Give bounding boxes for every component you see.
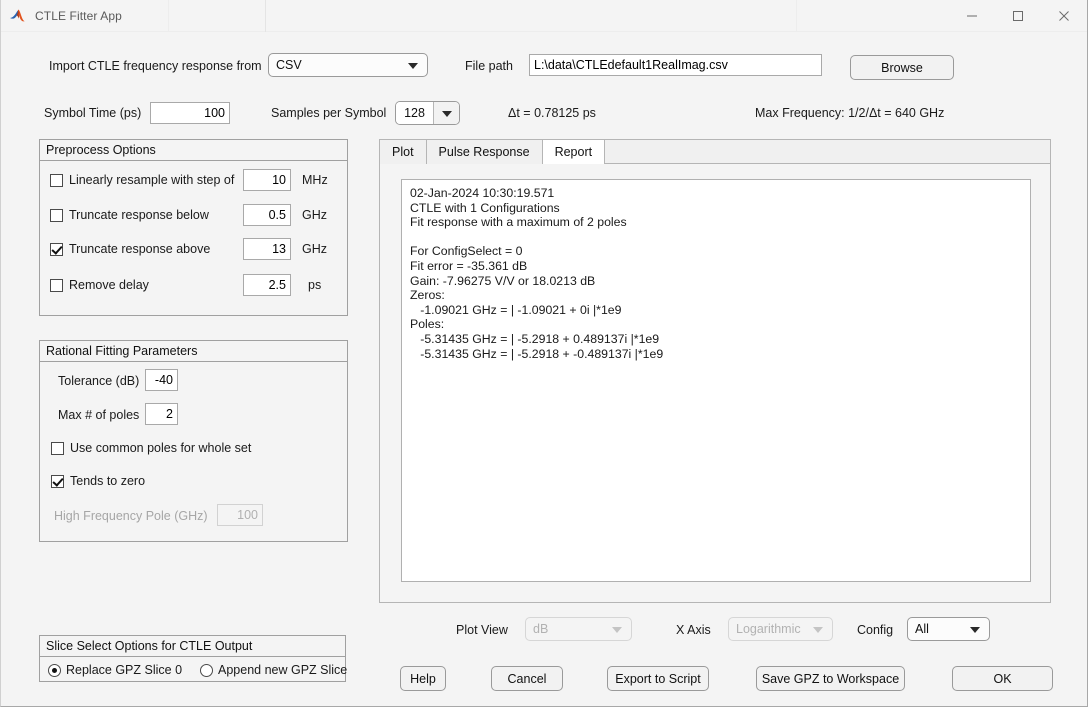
maximize-button[interactable] (995, 0, 1041, 32)
export-to-script-button[interactable]: Export to Script (607, 666, 709, 691)
preprocess-options-panel: Preprocess Options Linearly resample wit… (39, 139, 348, 316)
window-title: CTLE Fitter App (35, 9, 122, 23)
x-axis-label: X Axis (676, 623, 711, 637)
help-button[interactable]: Help (400, 666, 446, 691)
checkbox-icon (50, 174, 63, 187)
high-frequency-pole-label: High Frequency Pole (GHz) (54, 509, 208, 523)
symbol-time-input[interactable]: 100 (150, 102, 230, 124)
tab-label: Report (555, 145, 593, 159)
ok-button[interactable]: OK (952, 666, 1053, 691)
slice-select-panel: Slice Select Options for CTLE Output Rep… (39, 635, 346, 682)
minimize-button[interactable] (949, 0, 995, 32)
save-gpz-to-workspace-button[interactable]: Save GPZ to Workspace (756, 666, 905, 691)
chevron-down-icon (970, 627, 980, 633)
checkbox-icon (50, 209, 63, 222)
remove-delay-unit: ps (308, 278, 321, 292)
samples-per-symbol-combo[interactable]: 128 (395, 101, 460, 125)
tab-plot[interactable]: Plot (379, 139, 427, 164)
title-bar: CTLE Fitter App (1, 0, 1087, 32)
chevron-down-icon (408, 63, 418, 69)
slice-select-title: Slice Select Options for CTLE Output (40, 636, 345, 657)
checkbox-label: Remove delay (69, 278, 149, 292)
checkbox-linear-resample[interactable]: Linearly resample with step of (50, 173, 234, 187)
plot-view-label: Plot View (456, 623, 508, 637)
config-dropdown[interactable]: All (907, 617, 990, 641)
radio-append-gpz-slice[interactable]: Append new GPZ Slice (200, 663, 347, 677)
truncate-above-input[interactable]: 13 (243, 238, 291, 260)
checkbox-truncate-above[interactable]: Truncate response above (50, 242, 210, 256)
checkbox-icon (51, 475, 64, 488)
radio-label: Replace GPZ Slice 0 (66, 663, 182, 677)
cancel-button[interactable]: Cancel (491, 666, 563, 691)
truncate-below-unit: GHz (302, 208, 327, 222)
radio-replace-gpz-slice[interactable]: Replace GPZ Slice 0 (48, 663, 182, 677)
delta-t-text: Δt = 0.78125 ps (508, 106, 596, 120)
tab-report[interactable]: Report (542, 139, 606, 164)
checkbox-label: Use common poles for whole set (70, 441, 251, 455)
checkbox-use-common-poles[interactable]: Use common poles for whole set (51, 441, 251, 455)
titlebar-divider-2 (265, 0, 266, 32)
samples-per-symbol-label: Samples per Symbol (271, 106, 386, 120)
tabstrip: Plot Pulse Response Report (379, 139, 1051, 164)
checkbox-label: Tends to zero (70, 474, 145, 488)
tab-label: Pulse Response (439, 145, 530, 159)
checkbox-icon (50, 243, 63, 256)
linear-resample-unit: MHz (302, 173, 328, 187)
tab-pulse-response[interactable]: Pulse Response (426, 139, 543, 164)
checkbox-tends-to-zero[interactable]: Tends to zero (51, 474, 145, 488)
tab-label: Plot (392, 145, 414, 159)
app-window: CTLE Fitter App Import CTLE frequency re… (0, 0, 1088, 707)
chevron-down-icon[interactable] (433, 102, 459, 124)
titlebar-divider-3 (796, 0, 797, 32)
config-label: Config (857, 623, 893, 637)
import-format-label: Import CTLE frequency response from (49, 59, 262, 73)
rational-fitting-title: Rational Fitting Parameters (40, 341, 347, 362)
browse-button[interactable]: Browse (850, 55, 954, 80)
high-frequency-pole-input: 100 (217, 504, 263, 526)
symbol-time-label: Symbol Time (ps) (44, 106, 141, 120)
samples-per-symbol-value: 128 (396, 102, 433, 124)
import-format-dropdown[interactable]: CSV (268, 53, 428, 77)
max-poles-label: Max # of poles (58, 408, 139, 422)
checkbox-icon (51, 442, 64, 455)
checkbox-label: Truncate response below (69, 208, 209, 222)
titlebar-divider-1 (168, 0, 169, 32)
tolerance-label: Tolerance (dB) (58, 374, 139, 388)
chevron-down-icon (612, 627, 622, 633)
checkbox-label: Linearly resample with step of (69, 173, 234, 187)
radio-icon (48, 664, 61, 677)
window-controls (949, 0, 1087, 32)
truncate-below-input[interactable]: 0.5 (243, 204, 291, 226)
x-axis-dropdown: Logarithmic (728, 617, 833, 641)
checkbox-icon (50, 279, 63, 292)
max-frequency-text: Max Frequency: 1/2/Δt = 640 GHz (755, 106, 944, 120)
file-path-label: File path (465, 59, 513, 73)
report-text-area[interactable]: 02-Jan-2024 10:30:19.571 CTLE with 1 Con… (401, 179, 1031, 582)
import-format-value: CSV (276, 58, 302, 72)
checkbox-truncate-below[interactable]: Truncate response below (50, 208, 209, 222)
max-poles-input[interactable]: 2 (145, 403, 178, 425)
linear-resample-step-input[interactable]: 10 (243, 169, 291, 191)
remove-delay-input[interactable]: 2.5 (243, 274, 291, 296)
close-button[interactable] (1041, 0, 1087, 32)
config-value: All (915, 622, 929, 636)
tab-content-panel: 02-Jan-2024 10:30:19.571 CTLE with 1 Con… (379, 163, 1051, 603)
preprocess-options-title: Preprocess Options (40, 140, 347, 161)
checkbox-remove-delay[interactable]: Remove delay (50, 278, 149, 292)
tolerance-input[interactable]: -40 (145, 369, 178, 391)
plot-view-value: dB (533, 622, 548, 636)
radio-label: Append new GPZ Slice (218, 663, 347, 677)
radio-icon (200, 664, 213, 677)
file-path-input[interactable]: L:\data\CTLEdefault1RealImag.csv (529, 54, 822, 76)
rational-fitting-panel: Rational Fitting Parameters Tolerance (d… (39, 340, 348, 542)
matlab-membrane-icon (9, 7, 27, 25)
x-axis-value: Logarithmic (736, 622, 801, 636)
checkbox-label: Truncate response above (69, 242, 210, 256)
truncate-above-unit: GHz (302, 242, 327, 256)
plot-view-dropdown: dB (525, 617, 632, 641)
chevron-down-icon (813, 627, 823, 633)
